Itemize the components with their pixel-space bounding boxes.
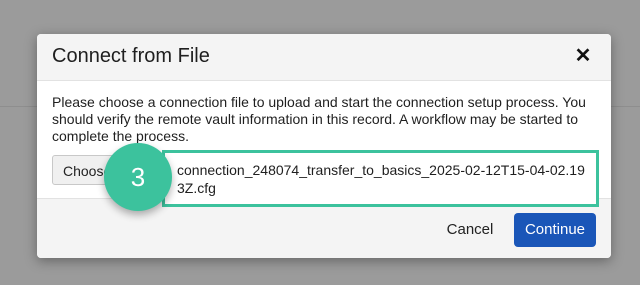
instructions-text: Please choose a connection file to uploa…: [52, 94, 586, 144]
dialog-header: Connect from File ✕: [37, 34, 611, 81]
cancel-button[interactable]: Cancel: [432, 213, 508, 247]
selected-file-name: connection_248074_transfer_to_basics_202…: [177, 162, 585, 196]
selected-file-highlight: connection_248074_transfer_to_basics_202…: [162, 150, 599, 207]
continue-button[interactable]: Continue: [514, 213, 596, 247]
close-icon[interactable]: ✕: [573, 45, 593, 67]
step-number-badge: 3: [104, 143, 172, 211]
dialog-title: Connect from File: [52, 45, 210, 67]
dialog-body: Please choose a connection file to uploa…: [52, 94, 597, 145]
